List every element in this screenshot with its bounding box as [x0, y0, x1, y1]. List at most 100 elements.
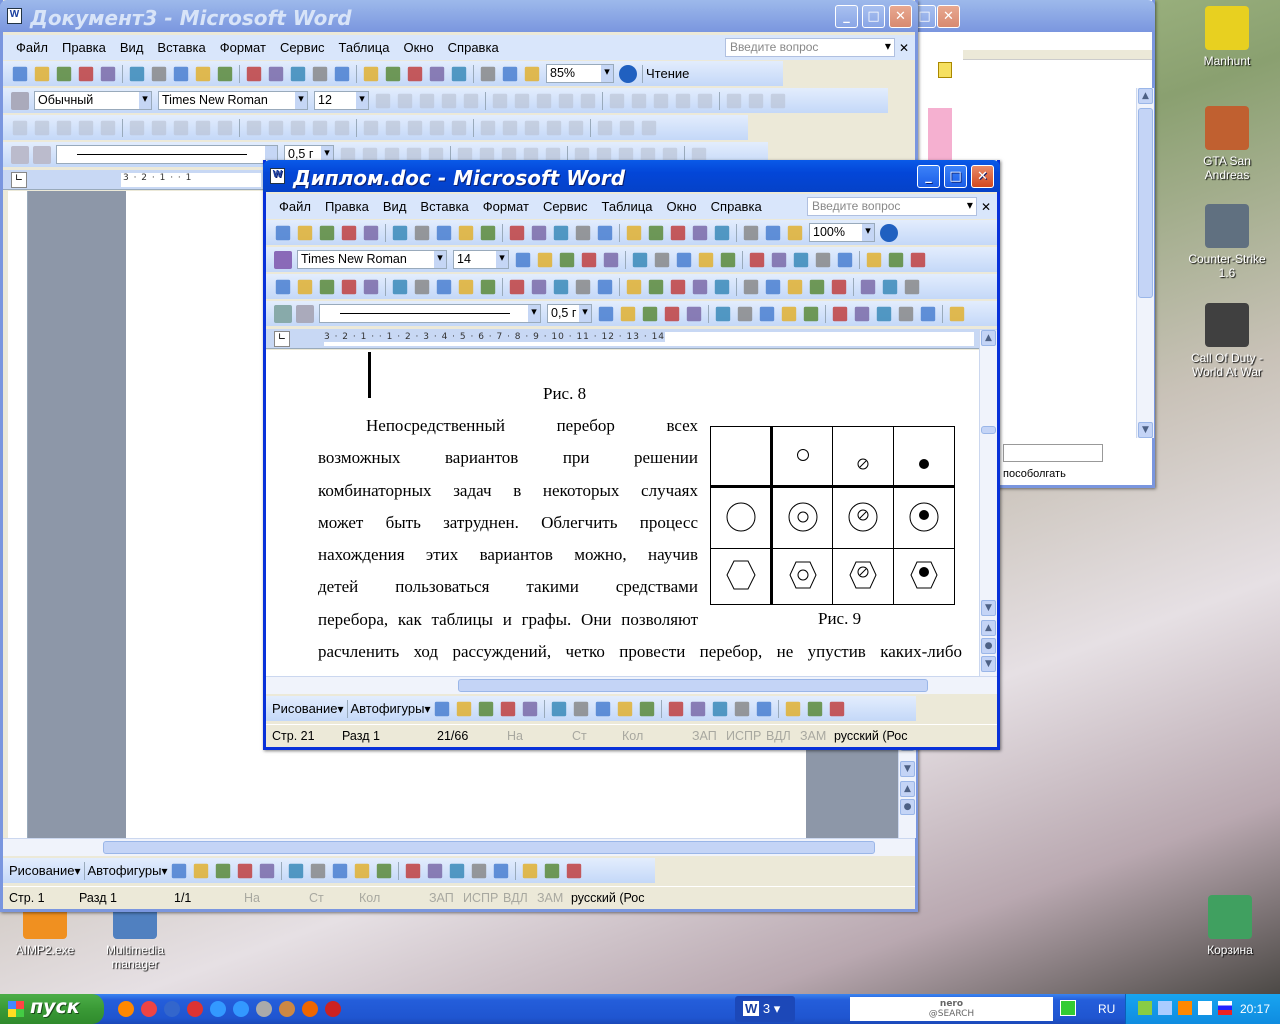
status-rec[interactable]: ЗАП: [686, 729, 720, 743]
label-icon[interactable]: [268, 120, 284, 135]
bold-icon[interactable]: [375, 93, 391, 108]
quick-launch-icon[interactable]: [141, 1001, 157, 1017]
word-window-diplom[interactable]: W Диплом.doc - Microsoft Word _ □ ✕ Файл Пра…: [263, 160, 1000, 750]
menu-0[interactable]: Файл: [279, 199, 311, 214]
minimize-button[interactable]: _: [835, 5, 858, 28]
email-icon[interactable]: [363, 225, 379, 240]
label-icon[interactable]: [531, 279, 547, 294]
underline-icon[interactable]: [419, 93, 435, 108]
less-bright-icon[interactable]: [451, 120, 467, 135]
design-mode-icon[interactable]: [275, 279, 291, 294]
line-icon[interactable]: [456, 701, 471, 716]
arrow-style-icon[interactable]: [785, 701, 800, 716]
email-icon[interactable]: [100, 66, 116, 81]
drawing-menu[interactable]: Рисование: [272, 701, 337, 716]
shadow-icon[interactable]: [807, 701, 822, 716]
menu-3[interactable]: Вставка: [157, 40, 205, 55]
ask-question-input[interactable]: Введите вопрос: [806, 197, 977, 216]
scroll-thumb[interactable]: [1138, 108, 1153, 298]
cut-icon[interactable]: [480, 225, 496, 240]
fill-color-icon[interactable]: [405, 863, 420, 878]
tab-selector[interactable]: ∟: [11, 172, 27, 188]
list-icon[interactable]: [414, 279, 430, 294]
superscript-icon[interactable]: [770, 93, 786, 108]
insert-picture-icon[interactable]: [597, 279, 613, 294]
rectangle-icon[interactable]: [237, 863, 252, 878]
redo-icon[interactable]: [334, 66, 350, 81]
tables-borders-icon[interactable]: [385, 66, 401, 81]
copy-icon[interactable]: [509, 225, 525, 240]
zoom-select[interactable]: 85%: [546, 64, 614, 83]
picture-icon[interactable]: [376, 863, 391, 878]
close-button[interactable]: ✕: [971, 165, 994, 188]
textbox-icon[interactable]: [288, 863, 303, 878]
line-style-icon[interactable]: [787, 279, 803, 294]
zoom-select[interactable]: 100%: [809, 223, 875, 242]
textbox-icon[interactable]: [78, 120, 94, 135]
textbox-icon[interactable]: [551, 701, 566, 716]
status-rec[interactable]: ЗАП: [423, 891, 457, 905]
bullets-icon[interactable]: [720, 252, 736, 267]
status-ext[interactable]: ВДЛ: [760, 729, 794, 743]
border-icon[interactable]: [793, 252, 809, 267]
less-bright-icon[interactable]: [714, 279, 730, 294]
insert-table-icon[interactable]: [670, 225, 686, 240]
insert-table-icon[interactable]: [407, 66, 423, 81]
combo-icon[interactable]: [173, 120, 189, 135]
menu-4[interactable]: Формат: [220, 40, 266, 55]
line-color-icon[interactable]: [427, 863, 442, 878]
rectangle-icon[interactable]: [500, 701, 515, 716]
search-go-button[interactable]: [1060, 1000, 1076, 1016]
reset-icon[interactable]: [641, 120, 657, 135]
border-icon[interactable]: [653, 93, 669, 108]
menu-7[interactable]: Окно: [403, 40, 433, 55]
menu-1[interactable]: Правка: [325, 199, 369, 214]
next-page[interactable]: ▼: [981, 656, 996, 672]
select-icon[interactable]: [434, 701, 449, 716]
title-bar[interactable]: W Диплом.doc - Microsoft Word _ □ ✕: [263, 160, 1000, 192]
scroll-thumb[interactable]: [981, 426, 996, 434]
permission-icon[interactable]: [78, 66, 94, 81]
line-weight-select[interactable]: 0,5 г: [547, 304, 592, 323]
line-color-icon[interactable]: [690, 701, 705, 716]
grow-font-icon[interactable]: [866, 252, 882, 267]
highlight-icon[interactable]: [815, 252, 831, 267]
format-picture-icon[interactable]: [860, 279, 876, 294]
search-box[interactable]: nero @SEARCH: [850, 997, 1053, 1021]
tray-icon[interactable]: [1158, 1001, 1172, 1015]
status-lang[interactable]: русский (Рос: [565, 891, 655, 905]
horizontal-ruler[interactable]: ∟ 3 · 2 · 1 · · 1 · 2 · 3 · 4 · 5 · 6 · 7…: [266, 329, 997, 349]
status-lang[interactable]: русский (Рос: [828, 729, 918, 743]
merge-icon[interactable]: [781, 306, 797, 321]
tray-icon[interactable]: [1138, 1001, 1152, 1015]
size-select[interactable]: 12: [314, 91, 369, 110]
font-color-icon[interactable]: [697, 93, 713, 108]
distribute-rows-icon[interactable]: [854, 306, 870, 321]
scroll-down[interactable]: ▼: [1138, 422, 1153, 438]
desktop-icon[interactable]: Counter-Strike 1.6: [1182, 198, 1272, 280]
insert-table-icon[interactable]: [759, 306, 775, 321]
checkbox-icon[interactable]: [319, 279, 335, 294]
select-icon[interactable]: [171, 863, 186, 878]
menu-8[interactable]: Справка: [711, 199, 762, 214]
browse-object[interactable]: ●: [900, 799, 915, 815]
research-icon[interactable]: [195, 66, 211, 81]
increase-indent-icon[interactable]: [771, 252, 787, 267]
text-field[interactable]: [1003, 444, 1103, 462]
eraser-icon[interactable]: [620, 306, 636, 321]
text-wrap-icon[interactable]: [568, 120, 584, 135]
style-select[interactable]: Обычный: [34, 91, 152, 110]
less-contrast-icon[interactable]: [670, 279, 686, 294]
scroll-icon[interactable]: [246, 120, 262, 135]
menu-5[interactable]: Сервис: [280, 40, 325, 55]
eraser-icon[interactable]: [33, 145, 51, 164]
italic-icon[interactable]: [397, 93, 413, 108]
shading-icon[interactable]: [737, 306, 753, 321]
prev-page[interactable]: ▲: [900, 781, 915, 797]
split-icon[interactable]: [803, 306, 819, 321]
reset-icon[interactable]: [904, 279, 920, 294]
redo-icon[interactable]: [597, 225, 613, 240]
dash-style-icon[interactable]: [493, 863, 508, 878]
numbering-icon[interactable]: [558, 93, 574, 108]
document-map-icon[interactable]: [765, 225, 781, 240]
